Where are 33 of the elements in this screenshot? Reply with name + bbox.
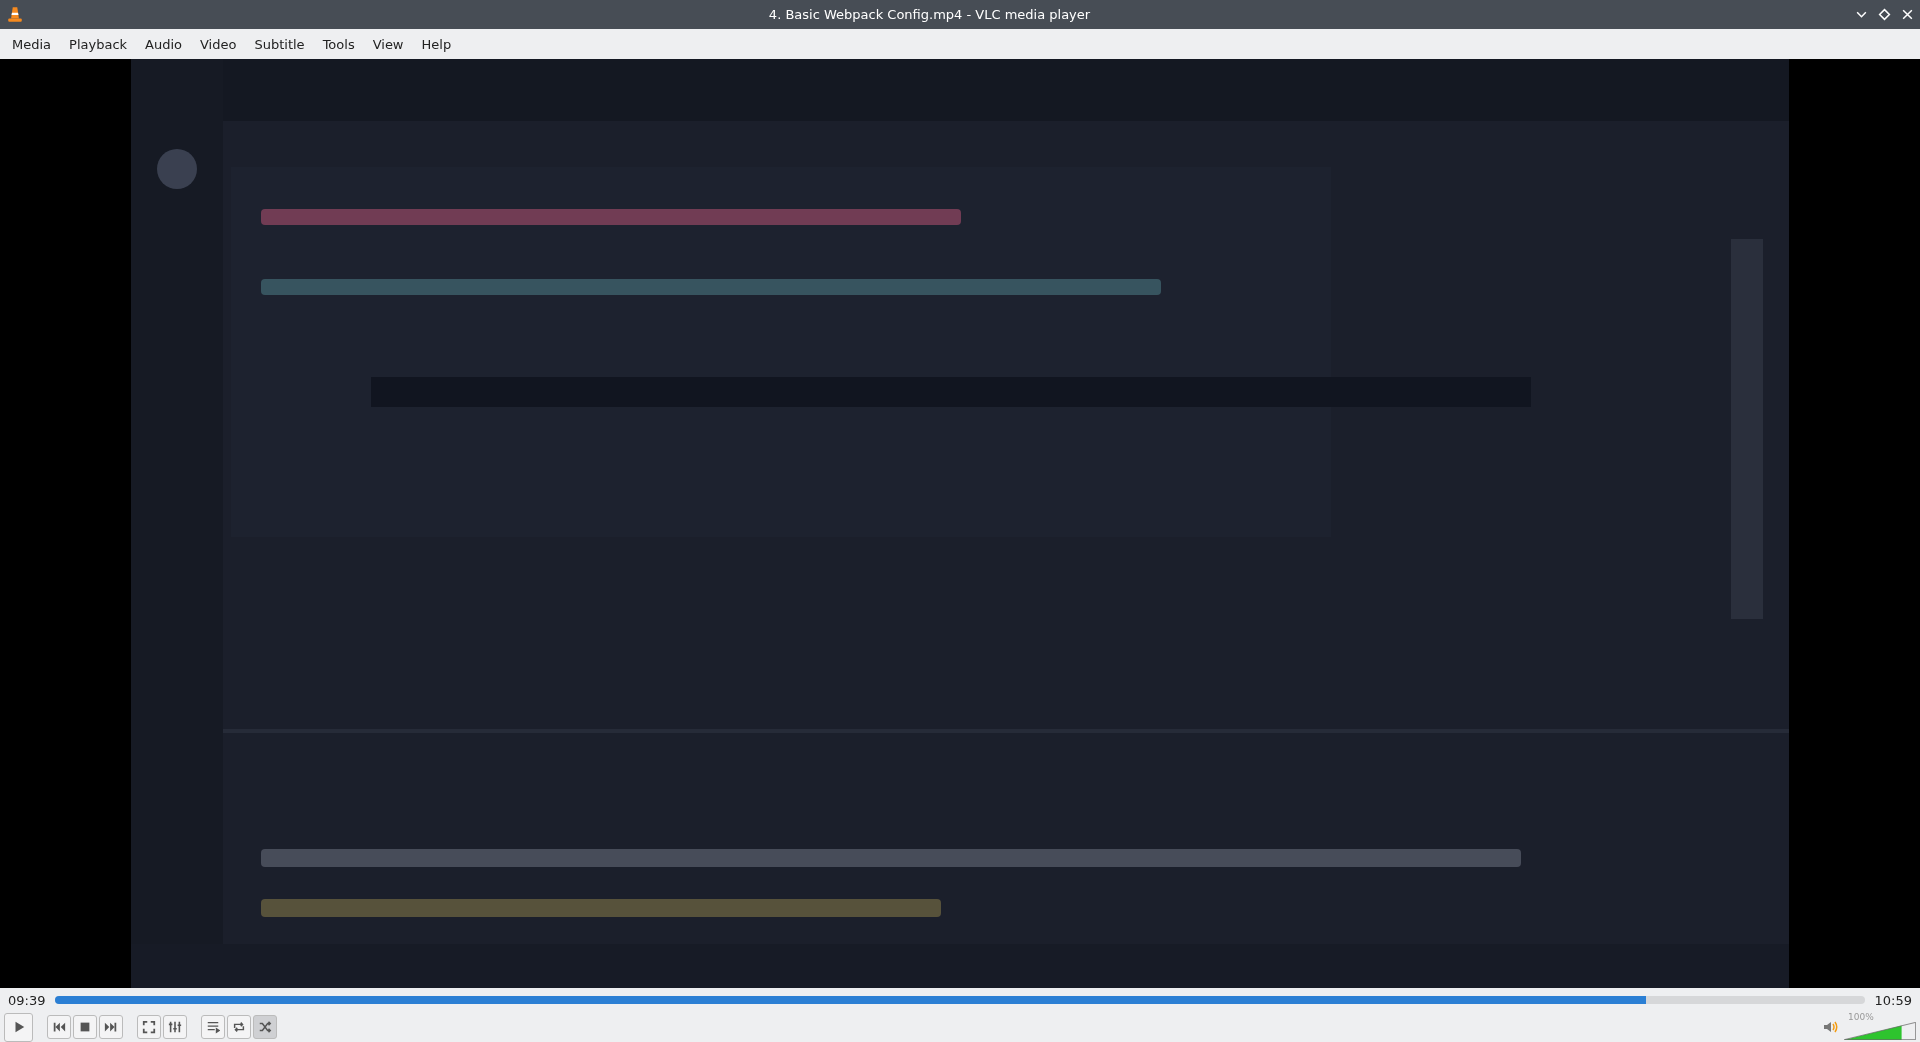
- menu-item[interactable]: Playback: [60, 36, 137, 52]
- menu-item[interactable]: Help: [412, 36, 461, 52]
- previous-icon: [52, 1020, 66, 1034]
- playlist-button[interactable]: [201, 1015, 225, 1039]
- menu-item[interactable]: View: [363, 36, 413, 52]
- loop-button[interactable]: [227, 1015, 251, 1039]
- menu-item[interactable]: Video: [191, 36, 246, 52]
- menu-item[interactable]: Tools: [313, 36, 364, 52]
- next-icon: [104, 1020, 118, 1034]
- previous-button[interactable]: [47, 1015, 71, 1039]
- extended-button[interactable]: [163, 1015, 187, 1039]
- stop-button[interactable]: [73, 1015, 97, 1039]
- shuffle-icon: [258, 1020, 272, 1034]
- stop-icon: [78, 1020, 92, 1034]
- total-time: 10:59: [1874, 992, 1912, 1008]
- volume-reading: 100%: [1848, 1012, 1874, 1022]
- menu-item[interactable]: Media: [3, 36, 61, 52]
- menu-item[interactable]: Subtitle: [245, 36, 314, 52]
- restore-icon[interactable]: [1878, 8, 1891, 21]
- next-button[interactable]: [99, 1015, 123, 1039]
- playlist-icon: [206, 1020, 220, 1034]
- fullscreen-button[interactable]: [137, 1015, 161, 1039]
- fullscreen-icon: [142, 1020, 156, 1034]
- sliders-icon: [168, 1020, 182, 1034]
- window-title: 4. Basic Webpack Config.mp4 - VLC media player: [767, 7, 1092, 22]
- traffic-cone-icon: [6, 5, 24, 24]
- speaker-icon[interactable]: [1822, 1019, 1838, 1035]
- menu-item[interactable]: Audio: [136, 36, 191, 52]
- shuffle-button[interactable]: [253, 1015, 277, 1039]
- close-icon[interactable]: [1901, 8, 1914, 21]
- loop-icon: [232, 1020, 246, 1034]
- elapsed-time: 09:39: [8, 992, 46, 1008]
- play-button[interactable]: [4, 1012, 33, 1042]
